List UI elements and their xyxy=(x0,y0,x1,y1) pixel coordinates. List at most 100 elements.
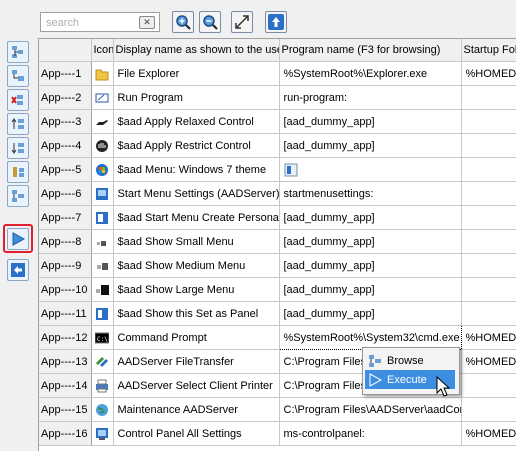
program-name-cell[interactable]: %SystemRoot%\Explorer.exe xyxy=(279,61,462,86)
back-button[interactable] xyxy=(7,259,29,281)
table-row[interactable]: App----9 $aad Show Medium Menu [aad_dummy_… xyxy=(39,253,516,278)
app-icon-cell[interactable] xyxy=(91,397,114,422)
display-name-cell[interactable]: $aad Show this Set as Panel xyxy=(113,301,280,326)
display-name-cell[interactable]: AADServer FileTransfer xyxy=(113,349,280,374)
display-name-cell[interactable]: $aad Show Small Menu xyxy=(113,229,280,254)
upload-button[interactable] xyxy=(265,11,287,33)
zoom-out-button[interactable] xyxy=(199,11,221,33)
startup-folder-cell[interactable] xyxy=(461,301,516,326)
display-name-cell[interactable]: $aad Start Menu Create Personal xyxy=(113,205,280,230)
row-id[interactable]: App----12 xyxy=(39,325,92,350)
startup-folder-cell[interactable] xyxy=(461,253,516,278)
app-icon-cell[interactable] xyxy=(91,373,114,398)
app-icon-cell[interactable] xyxy=(91,229,114,254)
app-icon-cell[interactable] xyxy=(91,61,114,86)
add-subitem-button[interactable] xyxy=(7,65,29,87)
display-name-cell[interactable]: $aad Apply Restrict Control xyxy=(113,133,280,158)
startup-folder-cell[interactable]: %HOMEDRIVE% xyxy=(461,61,516,86)
row-id[interactable]: App----1 xyxy=(39,61,92,86)
display-name-cell[interactable]: AADServer Select Client Printer xyxy=(113,373,280,398)
app-icon-cell[interactable] xyxy=(91,157,114,182)
startup-folder-cell[interactable] xyxy=(461,205,516,230)
table-row[interactable]: App----8 $aad Show Small Menu [aad_dummy_a… xyxy=(39,229,516,254)
search-box[interactable]: ✕ xyxy=(40,12,160,32)
startup-folder-cell[interactable] xyxy=(461,109,516,134)
startup-folder-cell[interactable] xyxy=(461,157,516,182)
startup-folder-cell[interactable]: %HOMEDRIVE% xyxy=(461,349,516,374)
program-name-cell[interactable]: ms-controlpanel: xyxy=(279,421,462,446)
program-name-cell[interactable]: [aad_dummy_app] xyxy=(279,133,462,158)
startup-folder-cell[interactable] xyxy=(461,229,516,254)
display-name-cell[interactable]: Control Panel All Settings xyxy=(113,421,280,446)
column-header-program-name[interactable]: Program name (F3 for browsing) xyxy=(279,39,462,62)
display-name-cell[interactable]: File Explorer xyxy=(113,61,280,86)
column-header-icon[interactable]: Icon xyxy=(91,39,114,62)
table-row[interactable]: App----15 Maintenance AADServer C:\Program… xyxy=(39,397,516,422)
move-down-button[interactable] xyxy=(7,137,29,159)
table-row[interactable]: App----2 Run Program run-program: xyxy=(39,85,516,110)
startup-folder-cell[interactable] xyxy=(461,85,516,110)
display-name-cell[interactable]: Run Program xyxy=(113,85,280,110)
row-id[interactable]: App----3 xyxy=(39,109,92,134)
startup-folder-cell[interactable] xyxy=(461,133,516,158)
app-icon-cell[interactable] xyxy=(91,349,114,374)
row-id[interactable]: App----4 xyxy=(39,133,92,158)
table-row[interactable]: App----7 $aad Start Menu Create Personal[… xyxy=(39,205,516,230)
display-name-cell[interactable]: $aad Show Medium Menu xyxy=(113,253,280,278)
add-item-button[interactable] xyxy=(7,41,29,63)
program-name-cell[interactable]: run-program: xyxy=(279,85,462,110)
startup-folder-cell[interactable]: %HOMEDRIVE% xyxy=(461,421,516,446)
edit-button[interactable] xyxy=(7,161,29,183)
program-name-cell[interactable]: startmenusettings: xyxy=(279,181,462,206)
startup-folder-cell[interactable] xyxy=(461,277,516,302)
zoom-in-button[interactable] xyxy=(172,11,194,33)
program-name-cell[interactable]: [aad_dummy_app] xyxy=(279,301,462,326)
table-row[interactable]: App----16 Control Panel All Settings ms-co… xyxy=(39,421,516,446)
display-name-cell[interactable]: Start Menu Settings (AADServer) xyxy=(113,181,280,206)
clear-search-icon[interactable]: ✕ xyxy=(139,16,155,29)
app-icon-cell[interactable]: C:\ xyxy=(91,325,114,350)
row-id[interactable]: App----8 xyxy=(39,229,92,254)
app-icon-cell[interactable] xyxy=(91,253,114,278)
delete-item-button[interactable] xyxy=(7,89,29,111)
program-name-cell[interactable]: [aad_dummy_app] xyxy=(279,109,462,134)
app-icon-cell[interactable] xyxy=(91,85,114,110)
display-name-cell[interactable]: $aad Menu: Windows 7 theme xyxy=(113,157,280,182)
row-id[interactable]: App----7 xyxy=(39,205,92,230)
app-icon-cell[interactable] xyxy=(91,205,114,230)
app-icon-cell[interactable] xyxy=(91,301,114,326)
program-name-cell[interactable]: C:\Program Files\AADServer\aadCon xyxy=(279,397,462,422)
app-icon-cell[interactable] xyxy=(91,133,114,158)
row-id[interactable]: App----11 xyxy=(39,301,92,326)
properties-button[interactable] xyxy=(7,185,29,207)
execute-button[interactable] xyxy=(7,228,29,250)
startup-folder-cell[interactable]: %HOMEDRIVE% xyxy=(461,325,516,350)
row-id[interactable]: App----6 xyxy=(39,181,92,206)
column-header-startup-folder[interactable]: Startup Folder xyxy=(461,39,516,62)
program-name-cell[interactable]: [aad_dummy_app] xyxy=(279,205,462,230)
app-icon-cell[interactable] xyxy=(91,181,114,206)
display-name-cell[interactable]: Command Prompt xyxy=(113,325,280,350)
table-row[interactable]: App----4 $aad Apply Restrict Control [aad_… xyxy=(39,133,516,158)
row-id[interactable]: App----15 xyxy=(39,397,92,422)
row-id[interactable]: App----10 xyxy=(39,277,92,302)
startup-folder-cell[interactable] xyxy=(461,373,516,398)
table-row[interactable]: App----5 $aad Menu: Windows 7 theme xyxy=(39,157,516,182)
row-id[interactable]: App----16 xyxy=(39,421,92,446)
column-header-display-name[interactable]: Display name as shown to the user xyxy=(113,39,280,62)
row-id[interactable]: App----9 xyxy=(39,253,92,278)
context-menu-browse[interactable]: Browse xyxy=(365,351,455,370)
search-input[interactable] xyxy=(44,14,140,32)
program-name-cell[interactable]: [aad_dummy_app] xyxy=(279,229,462,254)
table-row[interactable]: App----6 Start Menu Settings (AADServer) s… xyxy=(39,181,516,206)
expand-button[interactable] xyxy=(231,11,253,33)
row-id[interactable]: App----2 xyxy=(39,85,92,110)
startup-folder-cell[interactable] xyxy=(461,181,516,206)
row-id[interactable]: App----13 xyxy=(39,349,92,374)
row-id[interactable]: App----5 xyxy=(39,157,92,182)
app-icon-cell[interactable] xyxy=(91,277,114,302)
table-row[interactable]: App----3 $aad Apply Relaxed Control [aad_d… xyxy=(39,109,516,134)
display-name-cell[interactable]: $aad Apply Relaxed Control xyxy=(113,109,280,134)
program-name-cell[interactable]: %SystemRoot%\System32\cmd.exe xyxy=(278,325,462,350)
move-up-button[interactable] xyxy=(7,113,29,135)
